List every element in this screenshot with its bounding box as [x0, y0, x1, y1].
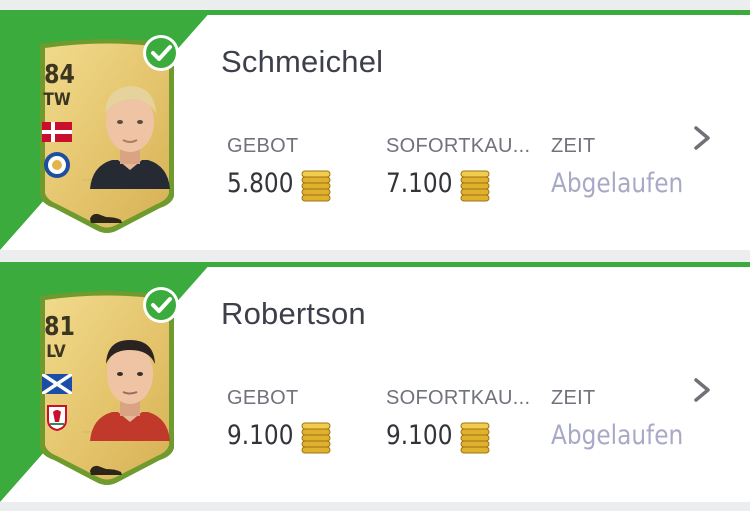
player-card[interactable]: 81 LV	[22, 282, 192, 497]
player-photo	[90, 86, 170, 189]
player-name: Schmeichel	[221, 44, 384, 79]
check-circle-icon	[143, 35, 179, 71]
bid-value: 5.800	[227, 168, 294, 199]
liverpool-badge-icon	[47, 405, 67, 432]
chevron-right-icon[interactable]	[690, 124, 714, 152]
player-rating: 84	[44, 60, 75, 90]
buy-now-label: SOFORTKAU...	[386, 135, 531, 157]
player-rating: 81	[44, 312, 75, 342]
coins-icon	[460, 170, 490, 202]
player-position: LV	[46, 342, 66, 362]
buy-now-value: 7.100	[386, 168, 453, 199]
bid-label: GEBOT	[227, 135, 299, 157]
player-position: TW	[43, 90, 71, 110]
coins-icon	[301, 422, 331, 454]
buy-now-value: 9.100	[386, 420, 453, 451]
player-photo	[90, 340, 170, 441]
time-value: Abgelaufen	[551, 420, 684, 451]
boot-icon	[90, 213, 122, 223]
bid-label: GEBOT	[227, 387, 299, 409]
time-label: ZEIT	[551, 135, 596, 157]
check-circle-icon	[143, 287, 179, 323]
time-value: Abgelaufen	[551, 168, 684, 199]
coins-icon	[460, 422, 490, 454]
player-name: Robertson	[221, 296, 366, 331]
bid-value: 9.100	[227, 420, 294, 451]
coins-icon	[301, 170, 331, 202]
boot-icon	[90, 465, 122, 475]
scotland-flag-icon	[42, 374, 72, 394]
listing-row[interactable]: 84 TW Schmeichel GEBOT SOFORTKAU... ZEIT…	[0, 10, 750, 250]
transfer-list: 84 TW Schmeichel GEBOT SOFORTKAU... ZEIT…	[0, 0, 750, 511]
time-label: ZEIT	[551, 387, 596, 409]
player-card[interactable]: 84 TW	[22, 30, 192, 245]
denmark-flag-icon	[42, 122, 72, 142]
leicester-badge-icon	[44, 152, 70, 178]
listing-row[interactable]: 81 LV Robertson GEBOT SOFORTKAU... ZEIT …	[0, 262, 750, 502]
chevron-right-icon[interactable]	[690, 376, 714, 404]
buy-now-label: SOFORTKAU...	[386, 387, 531, 409]
